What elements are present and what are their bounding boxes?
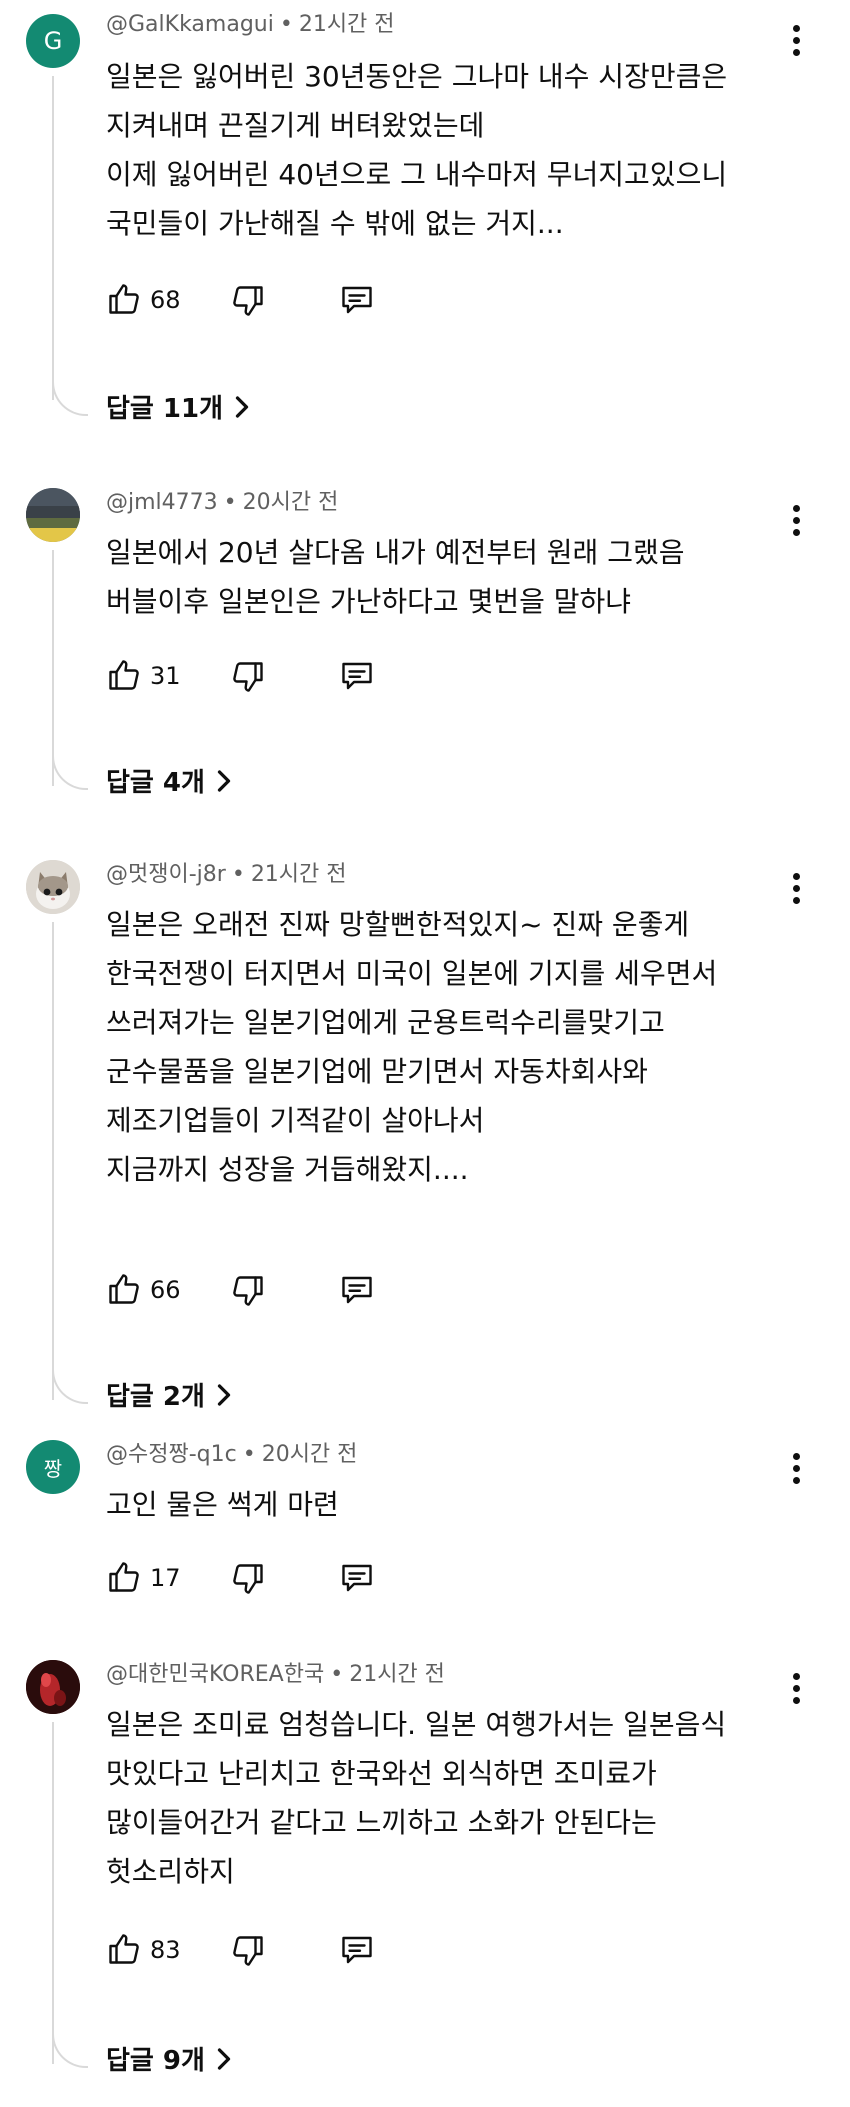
more-options-button[interactable]: [786, 20, 806, 60]
avatar[interactable]: G: [26, 14, 80, 68]
comment-meta: @대한민국KOREA한국 • 21시간 전: [106, 1662, 445, 1687]
comment-actions: 68: [106, 280, 406, 320]
timestamp: 20시간 전: [242, 490, 339, 515]
reply-icon[interactable]: [338, 658, 376, 694]
thumbs-up-icon[interactable]: [106, 1930, 142, 1968]
reply-icon[interactable]: [338, 1932, 376, 1968]
chevron-right-icon: [235, 395, 249, 418]
author-name[interactable]: @멋쟁이-j8r: [106, 862, 226, 887]
reply-icon[interactable]: [338, 1272, 376, 1308]
comment-line: 쓰러져가는 일본기업에게 군용트럭수리를맞기고: [106, 1006, 665, 1039]
avatar[interactable]: [26, 1660, 80, 1714]
comment-line: 일본은 조미료 엄청씁니다. 일본 여행가서는 일본음식: [106, 1708, 727, 1741]
thumbs-up-icon[interactable]: [106, 280, 142, 318]
comment-meta: @수정짱-q1c • 20시간 전: [106, 1442, 358, 1467]
thumbs-down-icon[interactable]: [230, 1560, 266, 1598]
comment-line: 지켜내며 끈질기게 버텨왔었는데: [106, 109, 485, 142]
avatar[interactable]: [26, 860, 80, 914]
author-name[interactable]: @대한민국KOREA한국: [106, 1662, 324, 1687]
author-name[interactable]: @수정짱-q1c: [106, 1442, 237, 1467]
timestamp: 21시간 전: [250, 862, 347, 887]
comment-line: 많이들어간거 같다고 느끼하고 소화가 안된다는: [106, 1806, 657, 1839]
comment-actions: 66: [106, 1270, 406, 1310]
like-count: 83: [150, 1936, 181, 1964]
thumbs-down-icon[interactable]: [230, 1932, 266, 1970]
comment-text: 일본은 오래전 진짜 망할뻔한적있지~ 진짜 운좋게 한국전쟁이 터지면서 미국…: [106, 900, 717, 1194]
comment-text: 일본은 조미료 엄청씁니다. 일본 여행가서는 일본음식 맛있다고 난리치고 한…: [106, 1700, 726, 1896]
replies-toggle[interactable]: 답글 4개: [106, 762, 233, 799]
more-options-button[interactable]: [786, 1668, 806, 1708]
comment-line: 지금까지 성장을 거듭해왔지....: [106, 1153, 469, 1186]
comment-line: 맛있다고 난리치고 한국와선 외식하면 조미료가: [106, 1757, 657, 1790]
comment-line: 버블이후 일본인은 가난하다고 몇번을 말하냐: [106, 585, 632, 618]
comment-line: 일본은 잃어버린 30년동안은 그나마 내수 시장만큼은: [106, 60, 728, 93]
thumbs-up-icon[interactable]: [106, 1558, 142, 1596]
comment-line: 국민들이 가난해질 수 밖에 없는 거지...: [106, 207, 564, 240]
replies-toggle[interactable]: 답글 11개: [106, 388, 251, 425]
thumbs-down-icon[interactable]: [230, 658, 266, 696]
chevron-right-icon: [217, 1383, 231, 1406]
avatar-red-image: [26, 1660, 80, 1714]
thread-curve: [52, 754, 88, 790]
replies-toggle[interactable]: 답글 2개: [106, 1376, 233, 1413]
thumbs-up-icon[interactable]: [106, 656, 142, 694]
comment-meta: @멋쟁이-j8r • 21시간 전: [106, 862, 347, 887]
timestamp: 21시간 전: [349, 1662, 445, 1687]
author-name[interactable]: @GalKkamagui: [106, 12, 274, 37]
comment-line: 한국전쟁이 터지면서 미국이 일본에 기지를 세우면서: [106, 957, 718, 990]
like-count: 31: [150, 662, 181, 690]
replies-count: 답글 4개: [106, 768, 205, 798]
avatar[interactable]: [26, 488, 80, 542]
like-count: 66: [150, 1276, 181, 1304]
chevron-right-icon: [217, 2047, 231, 2070]
comment-line: 일본은 오래전 진짜 망할뻔한적있지~ 진짜 운좋게: [106, 908, 690, 941]
reply-icon[interactable]: [338, 1560, 376, 1596]
avatar-cat-image: [26, 860, 80, 914]
more-options-button[interactable]: [786, 868, 806, 908]
comment-line: 군수물품을 일본기업에 맏기면서 자동차회사와: [106, 1055, 648, 1088]
like-count: 17: [150, 1564, 181, 1592]
thread-line: [52, 76, 54, 400]
comment-line: 이제 잃어버린 40년으로 그 내수마저 무너지고있으니: [106, 158, 728, 191]
comment-actions: 83: [106, 1930, 406, 1970]
comment-actions: 31: [106, 656, 406, 696]
replies-count: 답글 2개: [106, 1382, 205, 1412]
replies-count: 답글 9개: [106, 2046, 205, 2076]
avatar-letter: 짱: [43, 1456, 63, 1481]
avatar-letter: G: [43, 27, 63, 55]
thread-line: [52, 550, 54, 786]
thumbs-down-icon[interactable]: [230, 1272, 266, 1310]
comment-meta: @GalKkamagui • 21시간 전: [106, 12, 395, 37]
chevron-right-icon: [217, 769, 231, 792]
comment-line: 일본에서 20년 살다옴 내가 예전부터 원래 그랬음: [106, 536, 685, 569]
thread-line: [52, 922, 54, 1400]
more-options-button[interactable]: [786, 1448, 806, 1488]
timestamp: 21시간 전: [298, 12, 395, 37]
comment-text: 고인 물은 썩게 마련: [106, 1480, 339, 1529]
author-name[interactable]: @jml4773: [106, 490, 218, 515]
replies-count: 답글 11개: [106, 394, 223, 424]
comment-actions: 17: [106, 1558, 406, 1598]
replies-toggle[interactable]: 답글 9개: [106, 2040, 233, 2077]
comment-text: 일본은 잃어버린 30년동안은 그나마 내수 시장만큼은 지켜내며 끈질기게 버…: [106, 52, 727, 248]
thread-line: [52, 1722, 54, 2064]
reply-icon[interactable]: [338, 282, 376, 318]
thumbs-down-icon[interactable]: [230, 282, 266, 320]
timestamp: 20시간 전: [261, 1442, 358, 1467]
more-options-button[interactable]: [786, 500, 806, 540]
comment-line: 헛소리하지: [106, 1855, 235, 1888]
comment-meta: @jml4773 • 20시간 전: [106, 490, 339, 515]
avatar[interactable]: 짱: [26, 1440, 80, 1494]
comment-text: 일본에서 20년 살다옴 내가 예전부터 원래 그랬음 버블이후 일본인은 가난…: [106, 528, 684, 626]
like-count: 68: [150, 286, 181, 314]
avatar-landscape-image: [26, 488, 80, 542]
comment-line: 고인 물은 썩게 마련: [106, 1488, 339, 1521]
thread-curve: [52, 380, 88, 416]
thread-curve: [52, 2032, 88, 2068]
comment-line: 제조기업들이 기적같이 살아나서: [106, 1104, 485, 1137]
thumbs-up-icon[interactable]: [106, 1270, 142, 1308]
thread-curve: [52, 1368, 88, 1404]
